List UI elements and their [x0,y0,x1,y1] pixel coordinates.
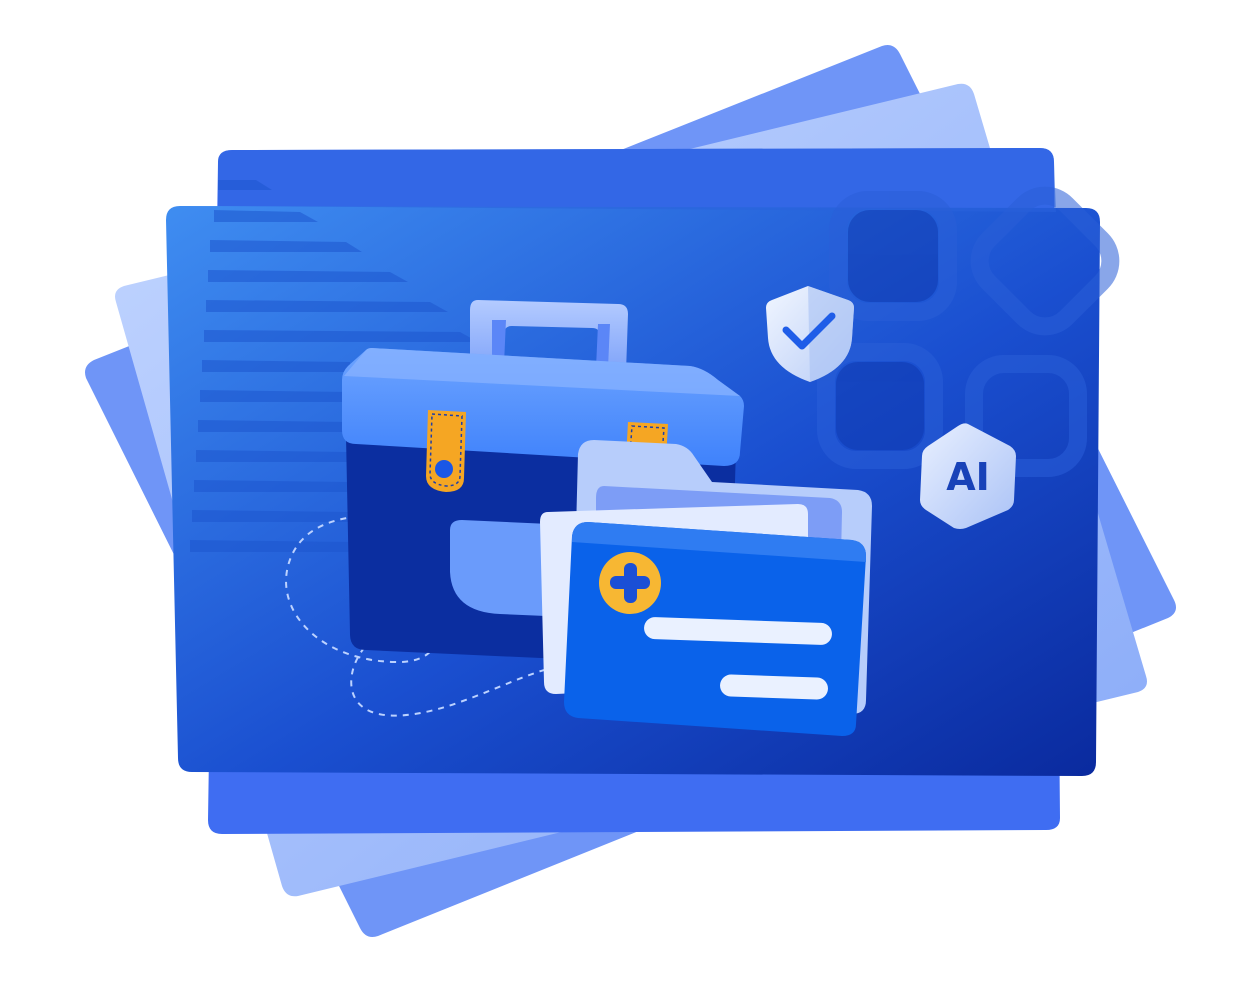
plus-icon [599,552,661,614]
latch-left [426,410,466,492]
ai-badge-text: AI [946,455,990,499]
illustration-canvas: AI [85,45,1176,937]
folder-line-2 [720,674,828,700]
